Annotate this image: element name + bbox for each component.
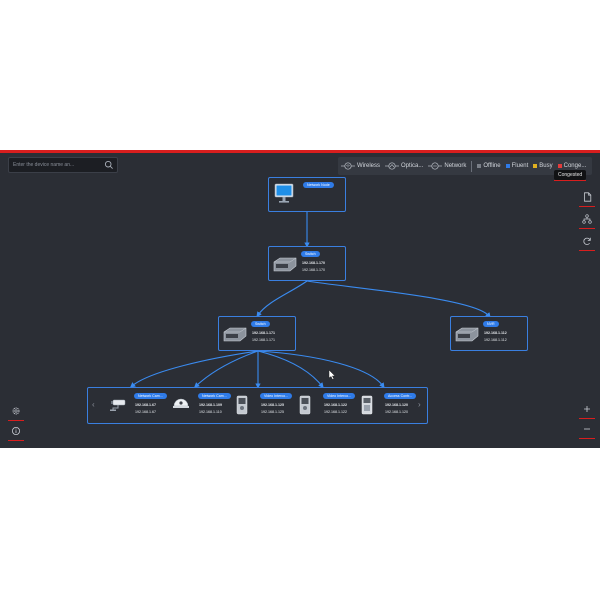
device-4-ip-secondary: 192.168.1.122 bbox=[324, 410, 347, 414]
switch-icon bbox=[223, 327, 247, 342]
device-2-ip: 192.168.1.109 bbox=[199, 403, 222, 407]
switch-2-ip: 192.168.1.171 bbox=[252, 331, 275, 335]
device-2-badge: Network Cam... bbox=[198, 393, 231, 399]
link-switch1-switch2 bbox=[256, 280, 308, 318]
device-item-2[interactable]: Network Cam... 192.168.1.109 192.168.1.1… bbox=[172, 388, 232, 423]
dome-camera-icon bbox=[173, 398, 189, 408]
nvr-icon bbox=[455, 327, 479, 342]
network-node-card[interactable]: Network Node bbox=[268, 177, 346, 212]
network-node-badge: Network Node bbox=[303, 182, 334, 188]
chevron-left-icon[interactable]: ‹ bbox=[92, 401, 95, 409]
nvr-badge: NVR bbox=[483, 321, 499, 327]
device-1-ip: 192.168.1.67 bbox=[135, 403, 156, 407]
device-item-1[interactable]: Network Cam... 192.168.1.67 192.168.1.67 bbox=[108, 388, 168, 423]
bullet-camera-icon bbox=[110, 399, 126, 411]
device-item-3[interactable]: Video Interco... 192.168.1.125 192.168.1… bbox=[235, 388, 297, 423]
topology-view: Wireless Optica... Network Offline bbox=[0, 150, 600, 448]
device-5-badge: Access Contr... bbox=[384, 393, 417, 399]
switch-1-badge: Switch bbox=[301, 251, 320, 257]
monitor-icon bbox=[274, 183, 294, 203]
switch-2-ip-secondary: 192.168.1.171 bbox=[252, 338, 275, 342]
switch-card-2[interactable]: Switch 192.168.1.171 192.168.1.171 bbox=[218, 316, 296, 351]
device-1-badge: Network Cam... bbox=[134, 393, 167, 399]
switch-icon bbox=[273, 257, 297, 272]
link-switch1-nvr bbox=[306, 280, 491, 319]
switch-1-ip-secondary: 192.168.1.170 bbox=[302, 268, 325, 272]
device-4-badge: Video Interco... bbox=[323, 393, 356, 399]
link-switch2-device1 bbox=[129, 350, 259, 388]
switch-1-ip: 192.168.1.170 bbox=[302, 261, 325, 265]
access-control-icon bbox=[361, 395, 373, 415]
nvr-card[interactable]: NVR 192.168.1.112 192.168.1.112 bbox=[450, 316, 528, 351]
intercom-icon bbox=[236, 395, 248, 415]
device-3-ip: 192.168.1.125 bbox=[261, 403, 284, 407]
device-5-ip-secondary: 192.168.1.120 bbox=[385, 410, 408, 414]
device-row: ‹ › Network Cam... 192.168.1.67 192.168.… bbox=[87, 387, 428, 424]
switch-card-1[interactable]: Switch 192.168.1.170 192.168.1.170 bbox=[268, 246, 346, 281]
device-item-5[interactable]: Access Contr... 192.168.1.120 192.168.1.… bbox=[360, 388, 420, 423]
device-3-ip-secondary: 192.168.1.125 bbox=[261, 410, 284, 414]
nvr-ip: 192.168.1.112 bbox=[484, 331, 507, 335]
mouse-cursor-icon bbox=[328, 369, 336, 380]
link-switch2-device4 bbox=[257, 350, 324, 389]
nvr-ip-secondary: 192.168.1.112 bbox=[484, 338, 507, 342]
switch-2-badge: Switch bbox=[251, 321, 270, 327]
device-item-4[interactable]: Video Interco... 192.168.1.122 192.168.1… bbox=[298, 388, 360, 423]
device-2-ip-secondary: 192.168.1.110 bbox=[199, 410, 222, 414]
device-4-ip: 192.168.1.122 bbox=[324, 403, 347, 407]
device-3-badge: Video Interco... bbox=[260, 393, 293, 399]
intercom-icon bbox=[299, 395, 311, 415]
device-5-ip: 192.168.1.120 bbox=[385, 403, 408, 407]
device-1-ip-secondary: 192.168.1.67 bbox=[135, 410, 156, 414]
